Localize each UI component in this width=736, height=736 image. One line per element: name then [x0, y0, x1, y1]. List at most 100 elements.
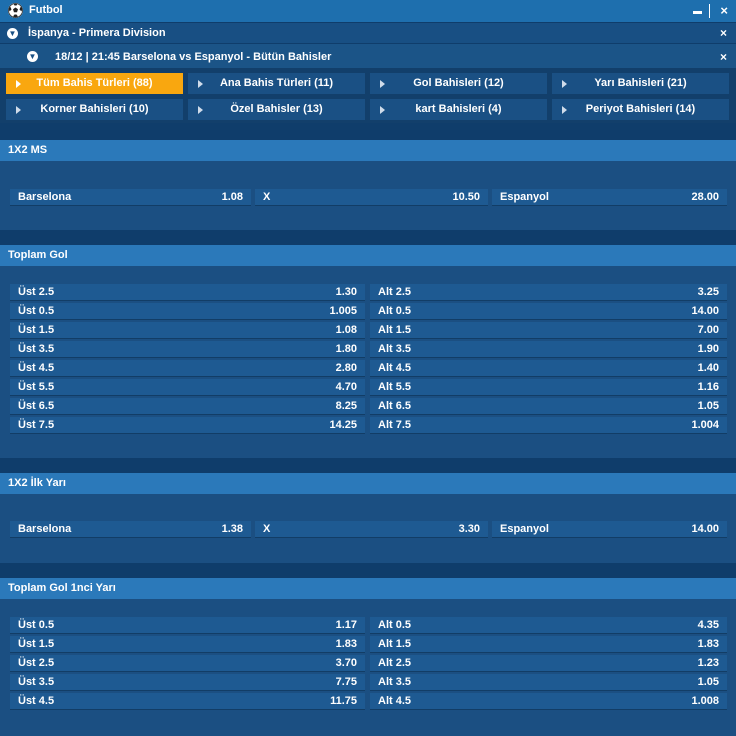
odd-button-under[interactable]: Alt 2.5 1.23	[370, 655, 727, 672]
close-icon[interactable]: ×	[720, 3, 728, 18]
odd-button-over[interactable]: Üst 1.5 1.08	[10, 322, 365, 339]
odds-row: Üst 4.5 2.80 Alt 4.5 1.40	[0, 360, 736, 377]
odd-button-under[interactable]: Alt 4.5 1.008	[370, 693, 727, 710]
odd-button-under[interactable]: Alt 5.5 1.16	[370, 379, 727, 396]
odd-value: 3.25	[697, 286, 719, 298]
close-icon[interactable]: ×	[720, 50, 727, 64]
odds-row: Üst 6.5 8.25 Alt 6.5 1.05	[0, 398, 736, 415]
market-label: Alt 6.5	[378, 400, 412, 412]
odd-button-under[interactable]: Alt 4.5 1.40	[370, 360, 727, 377]
odds-row: Üst 3.5 1.80 Alt 3.5 1.90	[0, 341, 736, 358]
close-icon[interactable]: ×	[720, 26, 727, 40]
odd-button-over[interactable]: Üst 0.5 1.17	[10, 617, 365, 634]
filter-special-bets[interactable]: Özel Bahisler (13)	[188, 99, 365, 120]
market-label: Üst 1.5	[18, 324, 55, 336]
odd-value: 7.75	[335, 676, 357, 688]
market-label: Üst 1.5	[18, 638, 55, 650]
odd-button-under[interactable]: Alt 6.5 1.05	[370, 398, 727, 415]
odd-button-under[interactable]: Alt 0.5 14.00	[370, 303, 727, 320]
filter-corner-bets[interactable]: Korner Bahisleri (10)	[6, 99, 183, 120]
odd-button-over[interactable]: Üst 0.5 1.005	[10, 303, 365, 320]
odd-button-over[interactable]: Üst 7.5 14.25	[10, 417, 365, 434]
filter-goal-bets[interactable]: Gol Bahisleri (12)	[370, 73, 547, 94]
odd-value: 1.30	[335, 286, 357, 298]
odd-value: 3.70	[335, 657, 357, 669]
odds-row: Üst 2.5 3.70 Alt 2.5 1.23	[0, 655, 736, 672]
bet-type-filters: Tüm Bahis Türleri (88) Ana Bahis Türleri…	[0, 68, 736, 123]
odd-button-home[interactable]: Barselona 1.38	[10, 521, 251, 538]
market-label: Alt 2.5	[378, 286, 412, 298]
chevron-down-icon[interactable]: ▼	[27, 51, 38, 62]
market-label: Üst 5.5	[18, 381, 55, 393]
market-body: Üst 0.5 1.17 Alt 0.5 4.35 Üst 1.5 1.83 Alt 1.5…	[0, 599, 736, 736]
market-label: Alt 7.5	[378, 419, 412, 431]
market-label: Üst 6.5	[18, 400, 55, 412]
odd-button-under[interactable]: Alt 0.5 4.35	[370, 617, 727, 634]
odd-button-over[interactable]: Üst 3.5 7.75	[10, 674, 365, 691]
caret-right-icon	[198, 80, 203, 88]
odd-button-under[interactable]: Alt 3.5 1.05	[370, 674, 727, 691]
filter-period-bets[interactable]: Periyot Bahisleri (14)	[552, 99, 729, 120]
caret-right-icon	[198, 106, 203, 114]
odd-button-under[interactable]: Alt 2.5 3.25	[370, 284, 727, 301]
league-bar[interactable]: ▼ İspanya - Primera Division ×	[0, 23, 736, 43]
minimize-icon[interactable]	[693, 3, 703, 17]
odd-button-over[interactable]: Üst 6.5 8.25	[10, 398, 365, 415]
market-label: Alt 0.5	[378, 619, 412, 631]
market-label: Üst 7.5	[18, 419, 55, 431]
odd-button-over[interactable]: Üst 4.5 11.75	[10, 693, 365, 710]
odd-value: 1.008	[691, 695, 719, 707]
odd-button-over[interactable]: Üst 1.5 1.83	[10, 636, 365, 653]
odds-row: Üst 1.5 1.83 Alt 1.5 1.83	[0, 636, 736, 653]
odd-value: 11.75	[330, 695, 357, 707]
odd-button-over[interactable]: Üst 3.5 1.80	[10, 341, 365, 358]
odds-row: Barselona 1.38 X 3.30 Espanyol 14.00	[0, 521, 736, 538]
market-label: Alt 2.5	[378, 657, 412, 669]
odd-value: 1.05	[697, 400, 719, 412]
odd-value: 1.40	[697, 362, 719, 374]
odd-value: 2.80	[335, 362, 357, 374]
market-header[interactable]: Toplam Gol 1nci Yarı	[0, 578, 736, 599]
filter-all-bets[interactable]: Tüm Bahis Türleri (88)	[6, 73, 183, 94]
match-bar[interactable]: ▼ 18/12 | 21:45 Barselona vs Espanyol - …	[0, 44, 736, 68]
odd-button-over[interactable]: Üst 4.5 2.80	[10, 360, 365, 377]
odd-button-under[interactable]: Alt 7.5 1.004	[370, 417, 727, 434]
market-header[interactable]: Toplam Gol	[0, 245, 736, 266]
chevron-down-icon[interactable]: ▼	[7, 28, 18, 39]
market-header[interactable]: 1X2 İlk Yarı	[0, 473, 736, 494]
odd-button-under[interactable]: Alt 1.5 1.83	[370, 636, 727, 653]
odd-button-under[interactable]: Alt 1.5 7.00	[370, 322, 727, 339]
odd-button-under[interactable]: Alt 3.5 1.90	[370, 341, 727, 358]
market-label: Alt 3.5	[378, 343, 412, 355]
market-label: Alt 4.5	[378, 362, 412, 374]
filter-card-bets[interactable]: kart Bahisleri (4)	[370, 99, 547, 120]
odd-value: 1.005	[329, 305, 357, 317]
caret-right-icon	[380, 80, 385, 88]
odd-button-draw[interactable]: X 3.30	[255, 521, 488, 538]
filter-half-bets[interactable]: Yarı Bahisleri (21)	[552, 73, 729, 94]
odd-button-over[interactable]: Üst 5.5 4.70	[10, 379, 365, 396]
odd-value: 1.17	[335, 619, 357, 631]
filter-main-bets[interactable]: Ana Bahis Türleri (11)	[188, 73, 365, 94]
market-label: Alt 1.5	[378, 324, 412, 336]
odd-button-away[interactable]: Espanyol 28.00	[492, 189, 727, 206]
market-label: Üst 4.5	[18, 362, 55, 374]
odd-value: 8.25	[335, 400, 357, 412]
odd-button-home[interactable]: Barselona 1.08	[10, 189, 251, 206]
market-label: Alt 3.5	[378, 676, 412, 688]
market-label: Alt 5.5	[378, 381, 412, 393]
market-label: Üst 4.5	[18, 695, 55, 707]
odd-button-over[interactable]: Üst 2.5 3.70	[10, 655, 365, 672]
odd-button-draw[interactable]: X 10.50	[255, 189, 488, 206]
market-header[interactable]: 1X2 MS	[0, 140, 736, 161]
odd-value: 1.83	[335, 638, 357, 650]
odds-row: Üst 2.5 1.30 Alt 2.5 3.25	[0, 284, 736, 301]
odd-button-away[interactable]: Espanyol 14.00	[492, 521, 727, 538]
divider	[709, 4, 710, 18]
odd-button-over[interactable]: Üst 2.5 1.30	[10, 284, 365, 301]
odd-value: 1.08	[335, 324, 357, 336]
match-title: 18/12 | 21:45 Barselona vs Espanyol - Bü…	[55, 51, 332, 63]
odd-value: 1.16	[697, 381, 719, 393]
odds-row: Üst 4.5 11.75 Alt 4.5 1.008	[0, 693, 736, 710]
caret-right-icon	[380, 106, 385, 114]
